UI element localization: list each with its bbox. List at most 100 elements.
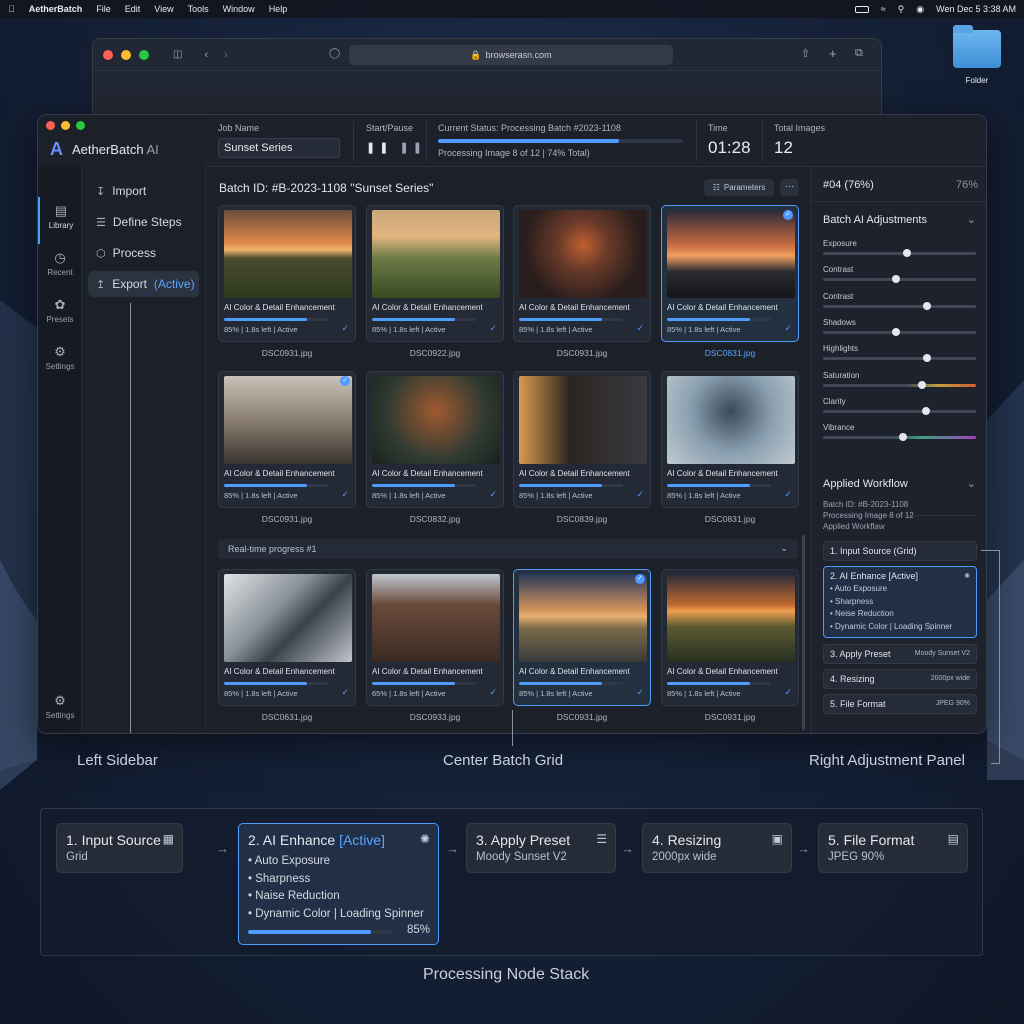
image-card[interactable]: ✓ AI Color & Detail Enhancement 85% | 1.8s… <box>513 569 651 706</box>
pause-button[interactable]: ❚❚ <box>366 142 392 154</box>
chevron-down-icon[interactable]: ⌄ <box>967 477 976 490</box>
nav-process[interactable]: ⬡ Process <box>88 240 199 266</box>
slider-track[interactable] <box>823 327 976 336</box>
slider-knob[interactable] <box>923 301 932 310</box>
menu-help[interactable]: Help <box>269 4 288 14</box>
share-icon[interactable]: ⇧ <box>801 47 810 60</box>
app-close-button[interactable] <box>46 121 55 130</box>
menu-file[interactable]: File <box>96 4 111 14</box>
adjustment-slider[interactable]: Exposure <box>823 239 976 257</box>
menu-edit[interactable]: Edit <box>125 4 141 14</box>
control-center-icon[interactable]: ◉ <box>916 4 924 15</box>
stop-button[interactable]: ❚❚ <box>400 142 426 154</box>
parameters-button[interactable]: ☷ Parameters <box>704 179 774 196</box>
image-card[interactable]: AI Color & Detail Enhancement 85% | 1.8s … <box>661 569 799 706</box>
realtime-progress-header[interactable]: Real-time progress #1 ⌄ <box>218 539 798 559</box>
forward-icon[interactable]: › <box>224 49 228 61</box>
url-bar[interactable]: 🔒 browserasn.com <box>349 45 673 65</box>
slider-knob[interactable] <box>903 249 912 257</box>
chevron-down-icon[interactable]: ⌄ <box>967 213 976 226</box>
more-button[interactable]: ··· <box>780 179 799 196</box>
slider-knob[interactable] <box>921 406 930 415</box>
sidebar-item-settings[interactable]: ⚙ Settings <box>38 338 82 385</box>
image-thumbnail <box>372 210 500 298</box>
image-thumbnail <box>667 376 795 464</box>
shield-icon[interactable]: ◯ <box>329 48 340 59</box>
card-caption: AI Color & Detail Enhancement <box>519 303 630 312</box>
battery-icon[interactable] <box>854 5 869 13</box>
workflow-step-preset[interactable]: 3. Apply Preset Moody Sunset V2 <box>823 644 977 664</box>
slider-knob[interactable] <box>918 380 927 389</box>
node-input-source[interactable]: 1. Input Source Grid ▦ <box>56 823 183 873</box>
image-card[interactable]: AI Color & Detail Enhancement 85% | 1.8s … <box>366 205 504 342</box>
wifi-icon[interactable]: ≈ <box>881 4 886 14</box>
slider-knob[interactable] <box>898 433 907 442</box>
menu-window[interactable]: Window <box>223 4 255 14</box>
new-tab-icon[interactable]: + <box>829 46 837 61</box>
browser-close-button[interactable] <box>103 49 113 60</box>
workflow-step-resize[interactable]: 4. Resizing 2000px wide <box>823 669 977 689</box>
image-card[interactable]: AI Color & Detail Enhancement 65% | 1.8s … <box>366 569 504 706</box>
image-card[interactable]: AI Color & Detail Enhancement 85% | 1.8s … <box>218 205 356 342</box>
menu-app-name[interactable]: AetherBatch <box>29 4 83 14</box>
app-brand: A AetherBatch AI <box>50 139 159 160</box>
search-icon[interactable]: ⚲ <box>898 4 905 15</box>
slider-track[interactable] <box>823 354 976 363</box>
processing-node-stack: 1. Input Source Grid ▦ → 2. AI Enhance [… <box>40 808 983 956</box>
adjustment-slider[interactable]: Contrast <box>823 265 976 284</box>
job-name-input[interactable]: Sunset Series <box>218 138 340 158</box>
image-card[interactable]: AI Color & Detail Enhancement 85% | 1.8s … <box>661 371 799 508</box>
slider-knob[interactable] <box>892 275 901 284</box>
node-apply-preset[interactable]: 3. Apply Preset Moody Sunset V2 ☰ <box>466 823 616 873</box>
sidebar-item-recent[interactable]: ◷ Recent <box>38 244 82 291</box>
node-file-format[interactable]: 5. File Format JPEG 90% ▤ <box>818 823 968 873</box>
back-icon[interactable]: ‹ <box>204 49 208 61</box>
status-label: Current Status: Processing Batch #2023-1… <box>438 123 621 133</box>
workflow-step-input[interactable]: 1. Input Source (Grid) <box>823 541 977 561</box>
adjustment-slider[interactable]: Contrast <box>823 292 976 310</box>
slider-track[interactable] <box>823 301 976 310</box>
slider-track[interactable] <box>823 380 976 389</box>
adjustment-slider[interactable]: Vibrance <box>823 423 976 442</box>
workflow-step-format[interactable]: 5. File Format JPEG 90% <box>823 694 977 714</box>
nav-define-steps[interactable]: ☰ Define Steps <box>88 209 199 235</box>
tabs-overview-icon[interactable]: ⧉ <box>855 47 863 60</box>
image-card[interactable]: AI Color & Detail Enhancement 85% | 1.8s … <box>513 205 651 342</box>
image-card[interactable]: ✓ AI Color & Detail Enhancement 85% | 1.8s… <box>661 205 799 342</box>
adjustment-slider[interactable]: Saturation <box>823 371 976 389</box>
desktop-folder[interactable]: Folder <box>950 25 1004 94</box>
menu-tools[interactable]: Tools <box>188 4 209 14</box>
sidebar-item-library[interactable]: ▤ Library <box>38 197 82 244</box>
sidebar-item-presets[interactable]: ✿ Presets <box>38 291 82 338</box>
slider-knob[interactable] <box>923 354 932 363</box>
node-resizing[interactable]: 4. Resizing 2000px wide ▣ <box>642 823 792 873</box>
slider-knob[interactable] <box>892 327 901 336</box>
slider-track[interactable] <box>823 433 976 442</box>
slider-track[interactable] <box>823 406 976 415</box>
nav-import[interactable]: ↧ Import <box>88 178 199 204</box>
workflow-info: Batch ID: #B-2023-1108 Processing Image … <box>823 499 914 532</box>
browser-zoom-button[interactable] <box>139 49 149 60</box>
menu-clock[interactable]: Wen Dec 5 3:38 AM <box>936 4 1016 14</box>
sidebar-toggle-icon[interactable]: ◫ <box>173 49 182 60</box>
app-minimize-button[interactable] <box>61 121 70 130</box>
node-ai-enhance[interactable]: 2. AI Enhance [Active] ✺ • Auto Exposure… <box>238 823 439 945</box>
card-caption: AI Color & Detail Enhancement <box>667 469 778 478</box>
image-card[interactable]: AI Color & Detail Enhancement 85% | 1.8s … <box>513 371 651 508</box>
sidebar-item-settings-bottom[interactable]: ⚙ Settings <box>38 687 82 733</box>
adjustment-slider[interactable]: Clarity <box>823 397 976 415</box>
adjustment-slider[interactable]: Shadows <box>823 318 976 336</box>
nav-export[interactable]: ↥ Export (Active) <box>88 271 199 297</box>
adjustment-slider[interactable]: Highlights <box>823 344 976 363</box>
browser-minimize-button[interactable] <box>121 49 131 60</box>
app-zoom-button[interactable] <box>76 121 85 130</box>
image-card[interactable]: AI Color & Detail Enhancement 85% | 1.8s … <box>218 569 356 706</box>
slider-track[interactable] <box>823 275 976 284</box>
apple-icon[interactable]:  <box>8 4 15 14</box>
grid-scrollbar[interactable] <box>802 535 805 730</box>
menu-view[interactable]: View <box>154 4 173 14</box>
slider-track[interactable] <box>823 249 976 257</box>
workflow-step-enhance[interactable]: 2. AI Enhance [Active] ✺ • Auto Exposure… <box>823 566 977 638</box>
image-card[interactable]: AI Color & Detail Enhancement 85% | 1.8s … <box>366 371 504 508</box>
image-card[interactable]: ✓ AI Color & Detail Enhancement 85% | 1.8s… <box>218 371 356 508</box>
